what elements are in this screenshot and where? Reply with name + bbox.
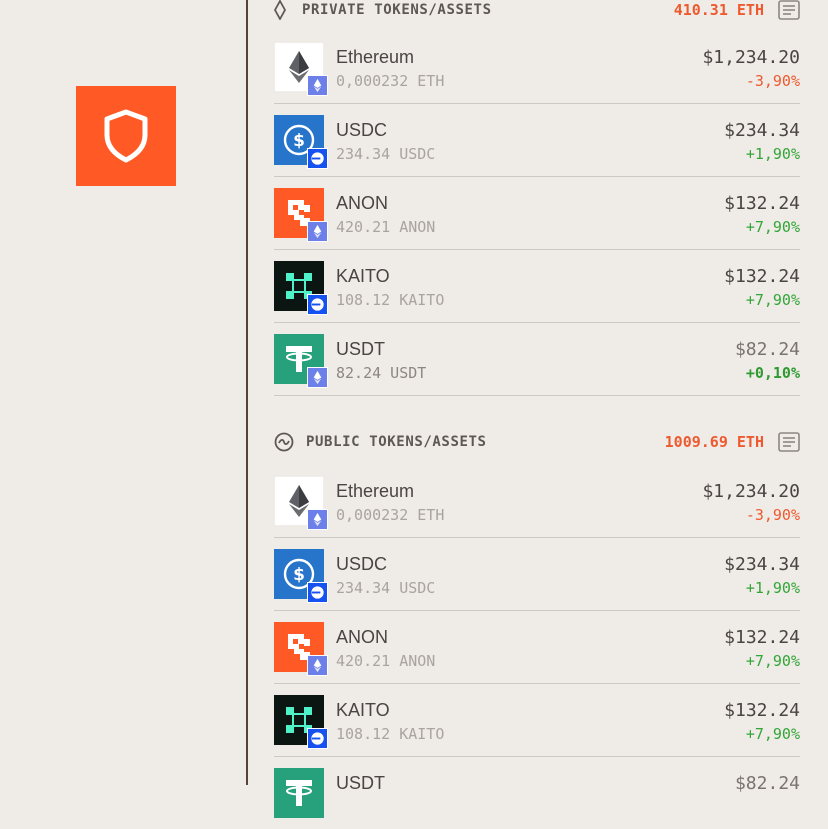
token-name: USDC: [336, 554, 388, 574]
token-usd-value: $82.24: [734, 773, 800, 794]
ethereum-chain-icon: [307, 367, 328, 388]
token-usd-value: $132.24: [724, 700, 800, 721]
token-change: +1,90%: [745, 145, 800, 163]
token-list: Ethereum 0,000232 ETH $1,234.20 -3,90% $…: [274, 465, 800, 829]
token-change: +1,90%: [745, 579, 800, 597]
token-change: +7,90%: [745, 725, 800, 743]
token-name: KAITO: [336, 266, 390, 286]
token-row[interactable]: ANON 420.21 ANON $132.24 +7,90%: [274, 177, 800, 250]
token-name: Ethereum: [336, 481, 415, 501]
token-list: Ethereum 0,000232 ETH $1,234.20 -3,90% $…: [274, 31, 800, 396]
ethereum-icon: [274, 476, 328, 530]
usdt-icon: [274, 768, 324, 818]
token-change: -3,90%: [745, 72, 800, 90]
private-assets-section: PRIVATE TOKENS/ASSETS 410.31 ETH Ethereu…: [274, 0, 800, 396]
token-name: ANON: [336, 627, 389, 647]
token-row[interactable]: Ethereum 0,000232 ETH $1,234.20 -3,90%: [274, 31, 800, 104]
ethereum-chain-icon: [307, 221, 328, 242]
token-change: +7,90%: [745, 291, 800, 309]
kaito-icon: [274, 695, 328, 749]
ethereum-chain-icon: [307, 75, 328, 96]
section-total: 410.31 ETH: [673, 1, 764, 19]
token-row[interactable]: ANON 420.21 ANON $132.24 +7,90%: [274, 611, 800, 684]
token-usd-value: $132.24: [724, 266, 800, 287]
ethereum-icon: [274, 42, 328, 96]
token-change: +7,90%: [745, 218, 800, 236]
token-name: USDT: [336, 773, 385, 793]
base-chain-icon: [307, 148, 328, 169]
token-row[interactable]: $ USDC 234.34 USDC $234.34 +1,90%: [274, 104, 800, 177]
token-name: ANON: [336, 193, 389, 213]
token-name: USDT: [336, 339, 385, 359]
token-row[interactable]: USDT $82.24: [274, 757, 800, 829]
private-section-header: PRIVATE TOKENS/ASSETS 410.31 ETH: [274, 0, 800, 21]
token-usd-value: $132.24: [724, 193, 800, 214]
svg-text:$: $: [293, 131, 305, 151]
token-name: KAITO: [336, 700, 390, 720]
token-amount: 0,000232 ETH: [336, 72, 445, 90]
document-icon[interactable]: [778, 0, 800, 25]
token-row[interactable]: Ethereum 0,000232 ETH $1,234.20 -3,90%: [274, 465, 800, 538]
token-usd-value: $1,234.20: [702, 47, 800, 68]
token-row[interactable]: KAITO 108.12 KAITO $132.24 +7,90%: [274, 684, 800, 757]
token-amount: 108.12 KAITO: [336, 725, 445, 743]
usdc-icon: $: [274, 115, 328, 169]
token-change: +7,90%: [745, 652, 800, 670]
base-chain-icon: [307, 728, 328, 749]
token-row[interactable]: USDT 82.24 USDT $82.24 +0,10%: [274, 323, 800, 396]
token-name: Ethereum: [336, 47, 415, 67]
token-amount: 82.24 USDT: [336, 364, 427, 382]
svg-text:$: $: [293, 565, 305, 585]
wave-circle-icon: [274, 432, 296, 452]
base-chain-icon: [307, 582, 328, 603]
token-usd-value: $234.34: [724, 554, 800, 575]
token-change: +0,10%: [745, 364, 800, 382]
usdc-icon: $: [274, 549, 328, 603]
public-assets-section: PUBLIC TOKENS/ASSETS 1009.69 ETH Ethereu…: [274, 431, 800, 818]
vertical-divider: [246, 0, 248, 785]
token-change: -3,90%: [745, 506, 800, 524]
anon-icon: [274, 622, 328, 676]
public-section-header: PUBLIC TOKENS/ASSETS 1009.69 ETH: [274, 431, 800, 453]
token-usd-value: $82.24: [734, 339, 800, 360]
token-amount: 0,000232 ETH: [336, 506, 445, 524]
token-amount: 420.21 ANON: [336, 652, 436, 670]
ethereum-chain-icon: [307, 655, 328, 676]
token-amount: 420.21 ANON: [336, 218, 436, 236]
diamond-icon: [274, 0, 296, 20]
token-usd-value: $234.34: [724, 120, 800, 141]
base-chain-icon: [307, 294, 328, 315]
usdt-icon: [274, 334, 328, 388]
token-amount: 108.12 KAITO: [336, 291, 445, 309]
app-logo[interactable]: [76, 86, 176, 186]
section-title: PUBLIC TOKENS/ASSETS: [306, 434, 487, 450]
token-amount: 234.34 USDC: [336, 145, 436, 163]
kaito-icon: [274, 261, 328, 315]
token-usd-value: $1,234.20: [702, 481, 800, 502]
token-name: USDC: [336, 120, 388, 140]
token-row[interactable]: $ USDC 234.34 USDC $234.34 +1,90%: [274, 538, 800, 611]
section-title: PRIVATE TOKENS/ASSETS: [302, 2, 492, 18]
shield-icon: [104, 109, 148, 163]
token-row[interactable]: KAITO 108.12 KAITO $132.24 +7,90%: [274, 250, 800, 323]
section-total: 1009.69 ETH: [664, 433, 764, 451]
document-icon[interactable]: [778, 432, 800, 457]
token-amount: 234.34 USDC: [336, 579, 436, 597]
token-usd-value: $132.24: [724, 627, 800, 648]
ethereum-chain-icon: [307, 509, 328, 530]
anon-icon: [274, 188, 328, 242]
